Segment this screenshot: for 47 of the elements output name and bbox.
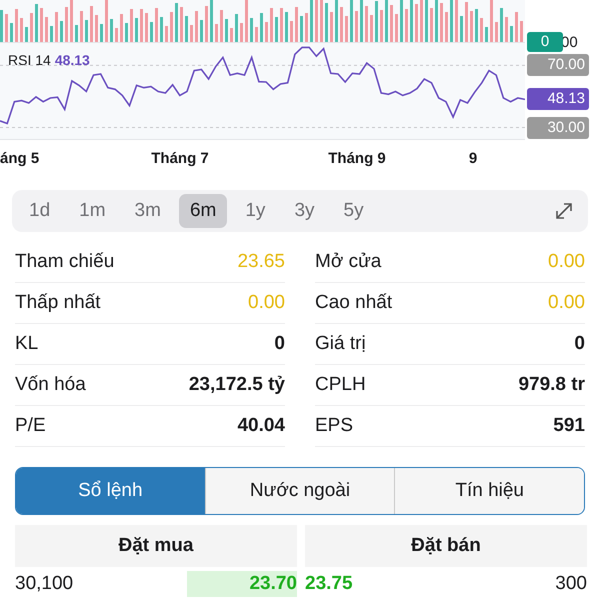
stat-value: 0 (574, 333, 585, 355)
tab[interactable]: Nước ngoài (204, 468, 394, 514)
x-axis-label: 9 (468, 150, 478, 167)
period-tab[interactable]: 3m (124, 194, 172, 228)
stat-label: Giá trị (315, 333, 366, 355)
x-axis-label: Tháng 7 (151, 150, 209, 167)
stat-value: 23,172.5 tỷ (188, 374, 285, 396)
stat-label: P/E (15, 415, 46, 437)
stat-label: Tham chiếu (15, 251, 114, 273)
period-tab[interactable]: 5y (332, 194, 375, 228)
indicator-value: 48.13 (54, 52, 90, 68)
expand-icon[interactable] (554, 201, 574, 221)
stat-value: 0 (274, 333, 285, 355)
bid-volume: 30,100 (15, 573, 74, 595)
stat-label: KL (15, 333, 38, 355)
tab[interactable]: Tín hiệu (394, 468, 584, 514)
bid-price: 23.70 (187, 571, 297, 597)
current-value-badge: 48.13 (527, 88, 589, 110)
stat-value: 0.00 (548, 251, 585, 273)
stat-value: 0.00 (248, 292, 285, 314)
period-tab[interactable]: 1y (234, 194, 276, 228)
stat-value: 40.04 (237, 415, 285, 437)
ask-volume: 300 (555, 573, 587, 595)
tab[interactable]: Sổ lệnh (16, 468, 205, 514)
period-tab[interactable]: 6m (178, 194, 228, 228)
stat-label: Cao nhất (315, 292, 392, 314)
stat-label: Mở cửa (315, 251, 382, 273)
stat-label: CPLH (315, 374, 366, 396)
x-axis-label: Tháng 9 (328, 150, 386, 167)
column-header: Đặt mua (15, 525, 297, 567)
column-header: Đặt bán (305, 525, 587, 567)
indicator-name: RSI 14 (8, 52, 51, 68)
x-axis-label: áng 5 (0, 150, 40, 167)
axis-label: 70.00 (527, 54, 589, 76)
period-tab[interactable]: 1m (68, 194, 117, 228)
ask-price: 23.75 (305, 573, 353, 595)
stat-label: EPS (315, 415, 354, 437)
stat-value: 591 (553, 415, 585, 437)
period-tab[interactable]: 3y (283, 194, 326, 228)
period-tab[interactable]: 1d (18, 194, 62, 228)
stat-value: 979.8 tr (518, 374, 585, 396)
axis-label: 30.00 (527, 116, 589, 139)
stat-value: 0.00 (548, 292, 585, 314)
volume-badge: 0 (527, 32, 563, 52)
stat-value: 23.65 (237, 251, 285, 273)
stat-label: Thấp nhất (15, 292, 101, 314)
stat-label: Vốn hóa (15, 374, 86, 396)
